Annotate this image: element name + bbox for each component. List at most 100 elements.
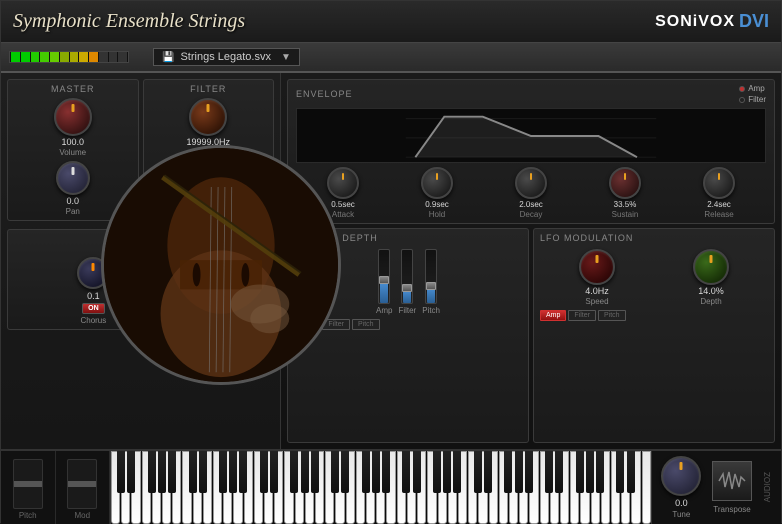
white-key[interactable] xyxy=(335,451,344,524)
amp-fader-handle[interactable] xyxy=(379,276,389,284)
white-key[interactable] xyxy=(540,451,549,524)
white-key[interactable] xyxy=(631,451,640,524)
white-key[interactable] xyxy=(509,451,518,524)
white-key[interactable] xyxy=(213,451,222,524)
preset-selector[interactable]: 💾 Strings Legato.svx ▼ xyxy=(153,48,300,66)
chorus-toggle[interactable]: ON xyxy=(82,303,105,314)
attack-label: Attack xyxy=(332,210,354,219)
white-key[interactable] xyxy=(376,451,385,524)
release-knob[interactable] xyxy=(703,167,735,199)
pitch-bar[interactable] xyxy=(13,459,43,509)
freq-knob[interactable] xyxy=(189,98,227,136)
white-key[interactable] xyxy=(356,451,365,524)
amp-fader-track[interactable] xyxy=(378,249,390,304)
audioz-badge: AUDIOZ xyxy=(763,472,772,502)
white-key[interactable] xyxy=(274,451,283,524)
pitch-fader-handle[interactable] xyxy=(426,282,436,290)
white-key[interactable] xyxy=(427,451,436,524)
white-key[interactable] xyxy=(142,451,151,524)
mw-pitch-toggle[interactable]: Pitch xyxy=(352,319,380,330)
lfo-mod-knobs: 4.0Hz Speed 14.0% Depth xyxy=(540,249,768,306)
hold-knob[interactable] xyxy=(421,167,453,199)
mod-bar[interactable] xyxy=(67,459,97,509)
white-key[interactable] xyxy=(621,451,630,524)
white-key[interactable] xyxy=(499,451,508,524)
pitch-fader-container: Pitch xyxy=(422,249,440,315)
white-key[interactable] xyxy=(448,451,457,524)
volume-knob[interactable] xyxy=(54,98,92,136)
white-key[interactable] xyxy=(611,451,620,524)
white-key[interactable] xyxy=(601,451,610,524)
white-key[interactable] xyxy=(111,451,120,524)
white-key[interactable] xyxy=(417,451,426,524)
white-key[interactable] xyxy=(162,451,171,524)
white-key[interactable] xyxy=(346,451,355,524)
filter-fader-track[interactable] xyxy=(401,249,413,304)
piano-keys[interactable] xyxy=(111,451,651,524)
white-key[interactable] xyxy=(529,451,538,524)
level-seg-5 xyxy=(50,52,59,62)
white-key[interactable] xyxy=(244,451,253,524)
white-key[interactable] xyxy=(519,451,528,524)
white-key[interactable] xyxy=(152,451,161,524)
attack-knob[interactable] xyxy=(327,167,359,199)
white-key[interactable] xyxy=(233,451,242,524)
white-key[interactable] xyxy=(386,451,395,524)
chorus-state: ON xyxy=(88,305,99,312)
pitch-handle[interactable] xyxy=(14,481,42,487)
white-key[interactable] xyxy=(468,451,477,524)
speed-knob[interactable] xyxy=(579,249,615,285)
white-key[interactable] xyxy=(325,451,334,524)
white-key[interactable] xyxy=(172,451,181,524)
envelope-display xyxy=(296,108,766,163)
lfo-pitch-toggle[interactable]: Pitch xyxy=(598,310,626,321)
white-key[interactable] xyxy=(560,451,569,524)
white-key[interactable] xyxy=(131,451,140,524)
white-key[interactable] xyxy=(203,451,212,524)
white-key[interactable] xyxy=(407,451,416,524)
master-title: MASTER xyxy=(14,84,132,94)
white-key[interactable] xyxy=(315,451,324,524)
white-key[interactable] xyxy=(642,451,651,524)
preset-name: Strings Legato.svx xyxy=(180,51,271,63)
attack-value: 0.5sec xyxy=(331,200,355,209)
white-key[interactable] xyxy=(193,451,202,524)
transpose-container: Transpose xyxy=(712,461,752,514)
amp-radio[interactable]: Amp xyxy=(739,84,766,93)
sustain-value: 33.5% xyxy=(614,200,637,209)
decay-knob[interactable] xyxy=(515,167,547,199)
lfo-filter-toggle[interactable]: Filter xyxy=(568,310,596,321)
release-value: 2.4sec xyxy=(707,200,731,209)
white-keys[interactable] xyxy=(111,451,651,524)
keyboard-right-controls: 0.0 Tune Transpose AUDIOZ xyxy=(651,451,781,524)
tune-knob[interactable] xyxy=(661,456,701,496)
white-key[interactable] xyxy=(397,451,406,524)
white-key[interactable] xyxy=(478,451,487,524)
filter-fader-container: Filter xyxy=(398,249,416,315)
pitch-fader-track[interactable] xyxy=(425,249,437,304)
white-key[interactable] xyxy=(295,451,304,524)
white-key[interactable] xyxy=(254,451,263,524)
white-key[interactable] xyxy=(305,451,314,524)
white-key[interactable] xyxy=(438,451,447,524)
white-key[interactable] xyxy=(580,451,589,524)
white-key[interactable] xyxy=(121,451,130,524)
white-key[interactable] xyxy=(223,451,232,524)
white-key[interactable] xyxy=(489,451,498,524)
pan-knob[interactable] xyxy=(56,161,90,195)
depth-knob[interactable] xyxy=(693,249,729,285)
white-key[interactable] xyxy=(182,451,191,524)
white-key[interactable] xyxy=(458,451,467,524)
filter-radio[interactable]: Filter xyxy=(739,95,766,104)
white-key[interactable] xyxy=(284,451,293,524)
sustain-knob[interactable] xyxy=(609,167,641,199)
filter-fader-handle[interactable] xyxy=(402,284,412,292)
lfo-amp-toggle[interactable]: Amp xyxy=(540,310,566,321)
white-key[interactable] xyxy=(550,451,559,524)
sustain-label: Sustain xyxy=(612,210,639,219)
white-key[interactable] xyxy=(570,451,579,524)
white-key[interactable] xyxy=(264,451,273,524)
white-key[interactable] xyxy=(591,451,600,524)
white-key[interactable] xyxy=(366,451,375,524)
mod-handle[interactable] xyxy=(68,481,96,487)
